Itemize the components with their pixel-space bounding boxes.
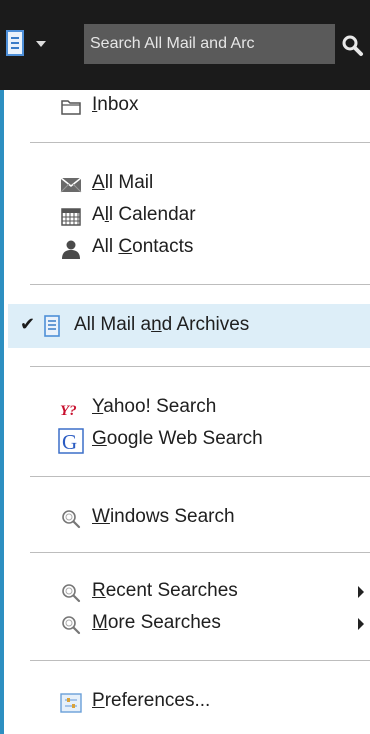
- envelope-icon: [60, 177, 82, 193]
- google-logo-icon: G: [58, 428, 84, 454]
- menu-item-label: All Mail: [92, 172, 154, 193]
- menu-item-label: Windows Search: [92, 506, 235, 527]
- menu-item-label: More Searches: [92, 612, 221, 633]
- menu-item-google-web-search[interactable]: G Google Web Search: [8, 424, 370, 456]
- menu-separator: [30, 284, 370, 287]
- menu-separator: [30, 660, 370, 663]
- menu-separator: [30, 366, 370, 369]
- checkmark-icon: ✔: [20, 314, 36, 334]
- menu-item-all-mail[interactable]: All Mail: [8, 168, 370, 200]
- menu-item-label: All Calendar: [92, 204, 196, 225]
- chevron-down-icon[interactable]: [36, 41, 46, 47]
- search-icon[interactable]: [340, 33, 364, 57]
- menu-item-all-calendar[interactable]: All Calendar: [8, 200, 370, 232]
- search-scope-archive-icon[interactable]: [6, 30, 24, 56]
- svg-text:G: G: [62, 430, 77, 454]
- magnifier-icon: [62, 616, 81, 635]
- menu-item-label: All Contacts: [92, 236, 194, 257]
- menu-item-label: Inbox: [92, 94, 139, 115]
- menu-item-label: All Mail and Archives: [74, 314, 250, 335]
- menu-item-label: Recent Searches: [92, 580, 238, 601]
- magnifier-icon: [62, 510, 81, 529]
- menu-item-preferences[interactable]: Preferences...: [8, 686, 370, 718]
- person-icon: [62, 240, 80, 259]
- yahoo-logo-icon: Y?: [60, 403, 77, 419]
- preferences-icon: [60, 693, 82, 713]
- search-toolbar: Search All Mail and Arc: [0, 0, 370, 90]
- menu-item-inbox[interactable]: Inbox: [8, 90, 370, 122]
- folder-icon: [61, 100, 81, 115]
- submenu-arrow-icon: [358, 586, 364, 598]
- calendar-icon: [61, 208, 81, 226]
- menu-item-all-mail-and-archives[interactable]: ✔ All Mail and Archives: [8, 304, 370, 348]
- menu-separator: [30, 142, 370, 145]
- menu-separator: [30, 476, 370, 479]
- search-scope-menu: Inbox All Mail All Calendar All Contacts…: [0, 90, 370, 734]
- menu-item-yahoo-search[interactable]: Y? Yahoo! Search: [8, 392, 370, 424]
- menu-item-label: Google Web Search: [92, 428, 263, 449]
- submenu-arrow-icon: [358, 618, 364, 630]
- menu-item-recent-searches[interactable]: Recent Searches: [8, 576, 370, 608]
- archive-icon: [44, 315, 60, 337]
- menu-item-all-contacts[interactable]: All Contacts: [8, 232, 370, 264]
- search-input[interactable]: Search All Mail and Arc: [84, 24, 335, 64]
- menu-item-label: Yahoo! Search: [92, 396, 217, 417]
- menu-item-label: Preferences...: [92, 690, 211, 711]
- magnifier-icon: [62, 584, 81, 603]
- svg-text:Y?: Y?: [60, 403, 77, 419]
- menu-item-windows-search[interactable]: Windows Search: [8, 502, 370, 534]
- menu-separator: [30, 552, 370, 555]
- menu-item-more-searches[interactable]: More Searches: [8, 608, 370, 640]
